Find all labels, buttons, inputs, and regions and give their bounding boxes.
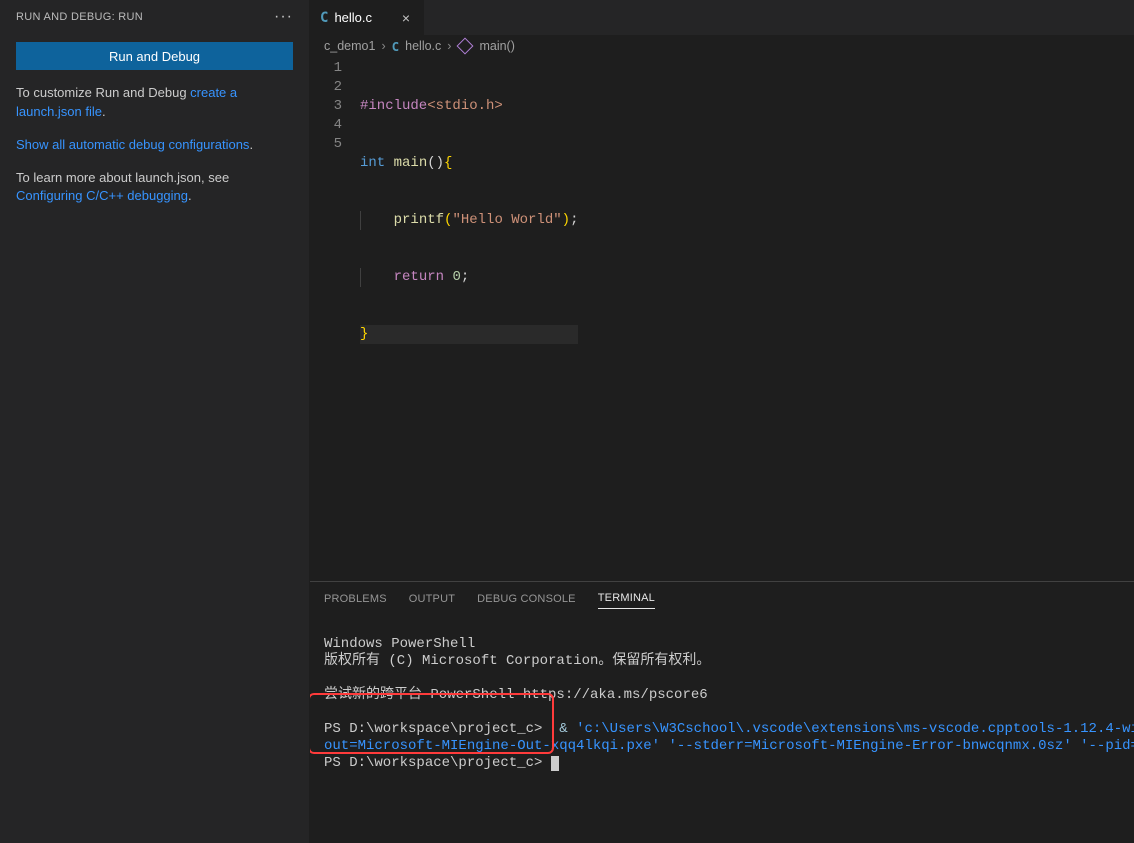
code-content[interactable]: #include<stdio.h> int main(){ printf("He… <box>360 57 578 581</box>
close-tab-icon[interactable]: × <box>398 10 414 26</box>
breadcrumb-file[interactable]: hello.c <box>405 39 441 53</box>
token-function: main <box>385 155 427 171</box>
c-file-icon: C <box>320 10 328 26</box>
panel-tabs: PROBLEMS OUTPUT DEBUG CONSOLE TERMINAL <box>310 582 1134 615</box>
token-paren: () <box>427 155 444 171</box>
learn-suffix: . <box>188 188 192 203</box>
code-editor[interactable]: 1 2 3 4 5 #include<stdio.h> int main(){ … <box>310 57 1134 581</box>
token-punct: ; <box>570 212 578 228</box>
code-line[interactable]: } <box>360 325 578 344</box>
show-all-configs-link[interactable]: Show all automatic debug configurations <box>16 137 249 152</box>
chevron-right-icon: › <box>447 39 451 53</box>
c-file-icon: C <box>392 39 400 54</box>
show-all-suffix: . <box>249 137 253 152</box>
sidebar-header: RUN AND DEBUG: RUN ··· <box>0 0 309 34</box>
customize-suffix: . <box>102 104 106 119</box>
token-string: "Hello World" <box>452 212 561 228</box>
token-preprocessor: #include <box>360 98 427 114</box>
tab-debug-console[interactable]: DEBUG CONSOLE <box>477 589 576 609</box>
more-actions-icon[interactable]: ··· <box>274 8 293 26</box>
indent-guide <box>360 211 361 230</box>
token-punct: ; <box>461 269 469 285</box>
terminal-argument: out=Microsoft-MIEngine-Out-xqq4lkqi.pxe' <box>324 738 660 754</box>
code-line[interactable]: printf("Hello World"); <box>360 211 578 230</box>
terminal-amp: & <box>551 721 576 737</box>
terminal-prompt: PS D:\workspace\project_c> <box>324 721 551 737</box>
token-keyword: return <box>394 269 444 285</box>
terminal-cursor <box>551 756 559 771</box>
line-number: 1 <box>310 59 342 78</box>
terminal-line: 版权所有 (C) Microsoft Corporation。保留所有权利。 <box>324 653 710 669</box>
code-line[interactable]: return 0; <box>360 268 578 287</box>
learn-prefix: To learn more about launch.json, see <box>16 170 229 185</box>
code-line[interactable]: int main(){ <box>360 154 578 173</box>
line-number: 4 <box>310 116 342 135</box>
token-brace: { <box>444 155 452 171</box>
sidebar-body: Run and Debug To customize Run and Debug… <box>0 34 309 214</box>
configuring-debug-link[interactable]: Configuring C/C++ debugging <box>16 188 188 203</box>
token-brace: } <box>360 326 368 342</box>
line-number: 5 <box>310 135 342 154</box>
tab-hello-c[interactable]: C hello.c × <box>310 0 425 35</box>
symbol-method-icon <box>457 38 474 55</box>
terminal-argument: 'c:\Users\W3Cschool\.vscode\extensions\m… <box>576 721 1134 737</box>
bottom-panel: PROBLEMS OUTPUT DEBUG CONSOLE TERMINAL W… <box>310 581 1134 843</box>
tab-terminal[interactable]: TERMINAL <box>598 588 655 609</box>
editor-group: C hello.c × c_demo1 › C hello.c › main()… <box>310 0 1134 843</box>
run-debug-sidebar: RUN AND DEBUG: RUN ··· Run and Debug To … <box>0 0 310 843</box>
learn-more-paragraph: To learn more about launch.json, see Con… <box>16 169 293 207</box>
line-number: 2 <box>310 78 342 97</box>
terminal-argument: '--stderr=Microsoft-MIEngine-Error-bnwcq… <box>660 738 1134 754</box>
tab-output[interactable]: OUTPUT <box>409 589 455 609</box>
run-and-debug-button[interactable]: Run and Debug <box>16 42 293 70</box>
breadcrumb-symbol[interactable]: main() <box>479 39 514 53</box>
tab-label: hello.c <box>334 10 372 25</box>
terminal-prompt: PS D:\workspace\project_c> <box>324 755 551 771</box>
customize-paragraph: To customize Run and Debug create a laun… <box>16 84 293 122</box>
token-keyword: int <box>360 155 385 171</box>
sidebar-title: RUN AND DEBUG: RUN <box>16 11 143 23</box>
customize-text: To customize Run and Debug <box>16 85 190 100</box>
tab-problems[interactable]: PROBLEMS <box>324 589 387 609</box>
line-number-gutter: 1 2 3 4 5 <box>310 57 360 581</box>
breadcrumb-folder[interactable]: c_demo1 <box>324 39 375 53</box>
line-number: 3 <box>310 97 342 116</box>
terminal-line: Windows PowerShell <box>324 636 475 652</box>
code-line[interactable]: #include<stdio.h> <box>360 97 578 116</box>
indent-guide <box>360 268 361 287</box>
tab-bar: C hello.c × <box>310 0 1134 35</box>
terminal-line: 尝试新的跨平台 PowerShell https://aka.ms/pscore… <box>324 687 708 703</box>
token-number: 0 <box>452 269 460 285</box>
terminal-view[interactable]: Windows PowerShell 版权所有 (C) Microsoft Co… <box>310 615 1134 843</box>
token-function: printf <box>394 212 444 228</box>
show-all-paragraph: Show all automatic debug configurations. <box>16 136 293 155</box>
token-paren: ) <box>562 212 570 228</box>
chevron-right-icon: › <box>381 39 385 53</box>
token-include: <stdio.h> <box>427 98 503 114</box>
breadcrumb[interactable]: c_demo1 › C hello.c › main() <box>310 35 1134 57</box>
